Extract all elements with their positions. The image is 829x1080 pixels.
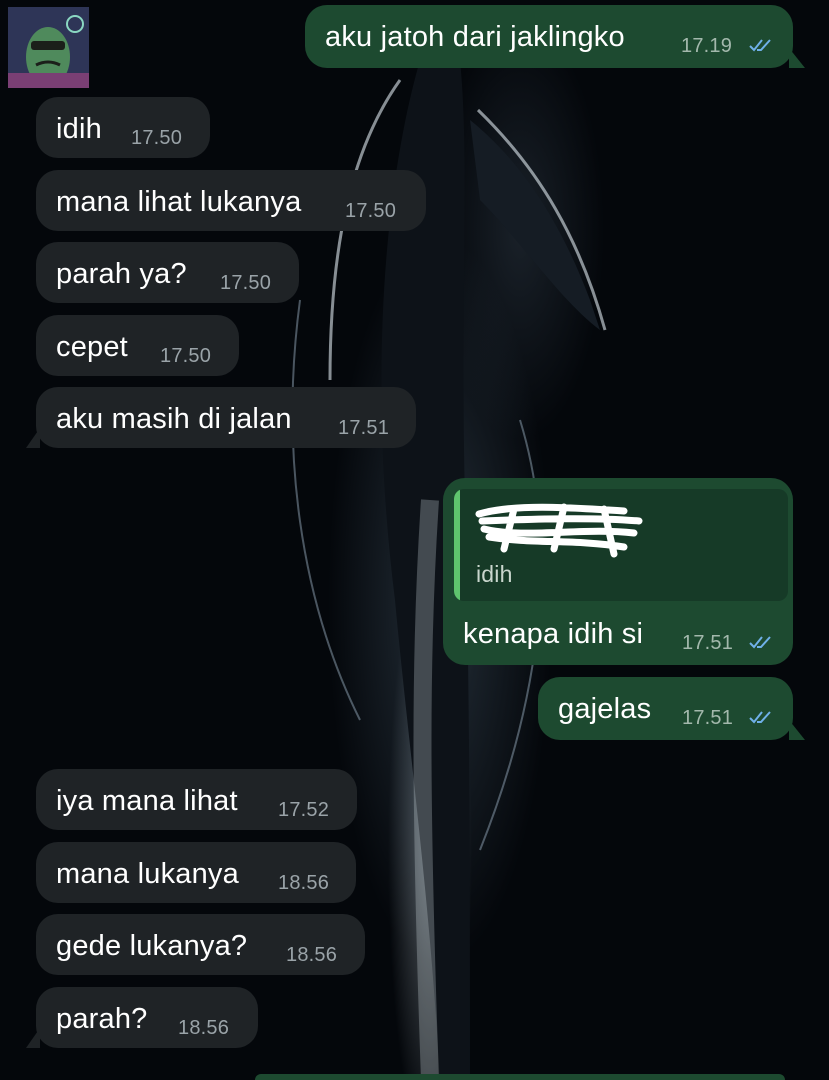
quoted-message[interactable]: idih <box>454 489 788 601</box>
redacted-scribble-icon <box>475 503 643 558</box>
message-text: kenapa idih si <box>463 618 644 650</box>
read-receipt-icon <box>749 636 771 649</box>
message-text: parah ya? <box>56 258 187 290</box>
message-time: 17.52 <box>278 799 330 821</box>
contact-avatar[interactable] <box>8 7 89 88</box>
message-bubble-incoming[interactable]: idih 17.50 <box>36 97 210 158</box>
message-text: parah? <box>56 1003 148 1035</box>
bubble-tail-icon <box>26 428 40 448</box>
message-bubble-incoming[interactable]: mana lukanya 18.56 <box>36 842 356 903</box>
bubble-tail-icon <box>26 1028 40 1048</box>
message-time: 18.56 <box>286 944 338 966</box>
message-bubble-incoming[interactable]: cepet 17.50 <box>36 315 239 376</box>
message-bubble-outgoing[interactable]: idih kenapa idih si 17.51 <box>443 478 793 665</box>
message-text: gede lukanya? <box>56 930 248 962</box>
message-bubble-incoming[interactable]: gede lukanya? 18.56 <box>36 914 365 975</box>
bubble-tail-icon <box>789 48 805 68</box>
message-time: 18.56 <box>278 872 330 894</box>
message-time: 17.50 <box>131 127 183 149</box>
message-time: 17.50 <box>220 272 272 294</box>
message-time: 17.50 <box>160 345 212 367</box>
message-text: mana lihat lukanya <box>56 186 302 218</box>
message-bubble-incoming[interactable]: mana lihat lukanya 17.50 <box>36 170 426 231</box>
quoted-text: idih <box>476 561 513 587</box>
message-time: 17.19 <box>681 35 733 57</box>
message-text: idih <box>56 113 102 145</box>
message-text: iya mana lihat <box>56 785 238 817</box>
bubble-tail-icon <box>789 720 805 740</box>
message-bubble-incoming[interactable]: aku masih di jalan 17.51 <box>26 387 416 448</box>
message-time: 18.56 <box>178 1017 230 1039</box>
message-text: cepet <box>56 331 128 363</box>
message-time: 17.51 <box>682 632 734 654</box>
quote-bar <box>454 489 460 601</box>
message-time: 17.50 <box>345 200 397 222</box>
message-time: 17.51 <box>338 417 390 439</box>
next-message-edge <box>255 1074 785 1080</box>
message-bubble-incoming[interactable]: parah? 18.56 <box>26 987 258 1048</box>
read-receipt-icon <box>749 711 771 724</box>
message-bubble-incoming[interactable]: iya mana lihat 17.52 <box>36 769 357 830</box>
cartoon-character-avatar-icon <box>8 7 89 88</box>
message-time: 17.51 <box>682 707 734 729</box>
message-bubble-outgoing[interactable]: gajelas 17.51 <box>538 677 805 740</box>
message-bubble-outgoing[interactable]: aku jatoh dari jaklingko 17.19 <box>305 5 805 68</box>
message-text: aku masih di jalan <box>56 403 292 435</box>
message-bubble-incoming[interactable]: parah ya? 17.50 <box>36 242 299 303</box>
message-text: aku jatoh dari jaklingko <box>325 21 625 53</box>
message-text: mana lukanya <box>56 858 239 890</box>
message-text: gajelas <box>558 693 652 725</box>
read-receipt-icon <box>749 39 771 52</box>
